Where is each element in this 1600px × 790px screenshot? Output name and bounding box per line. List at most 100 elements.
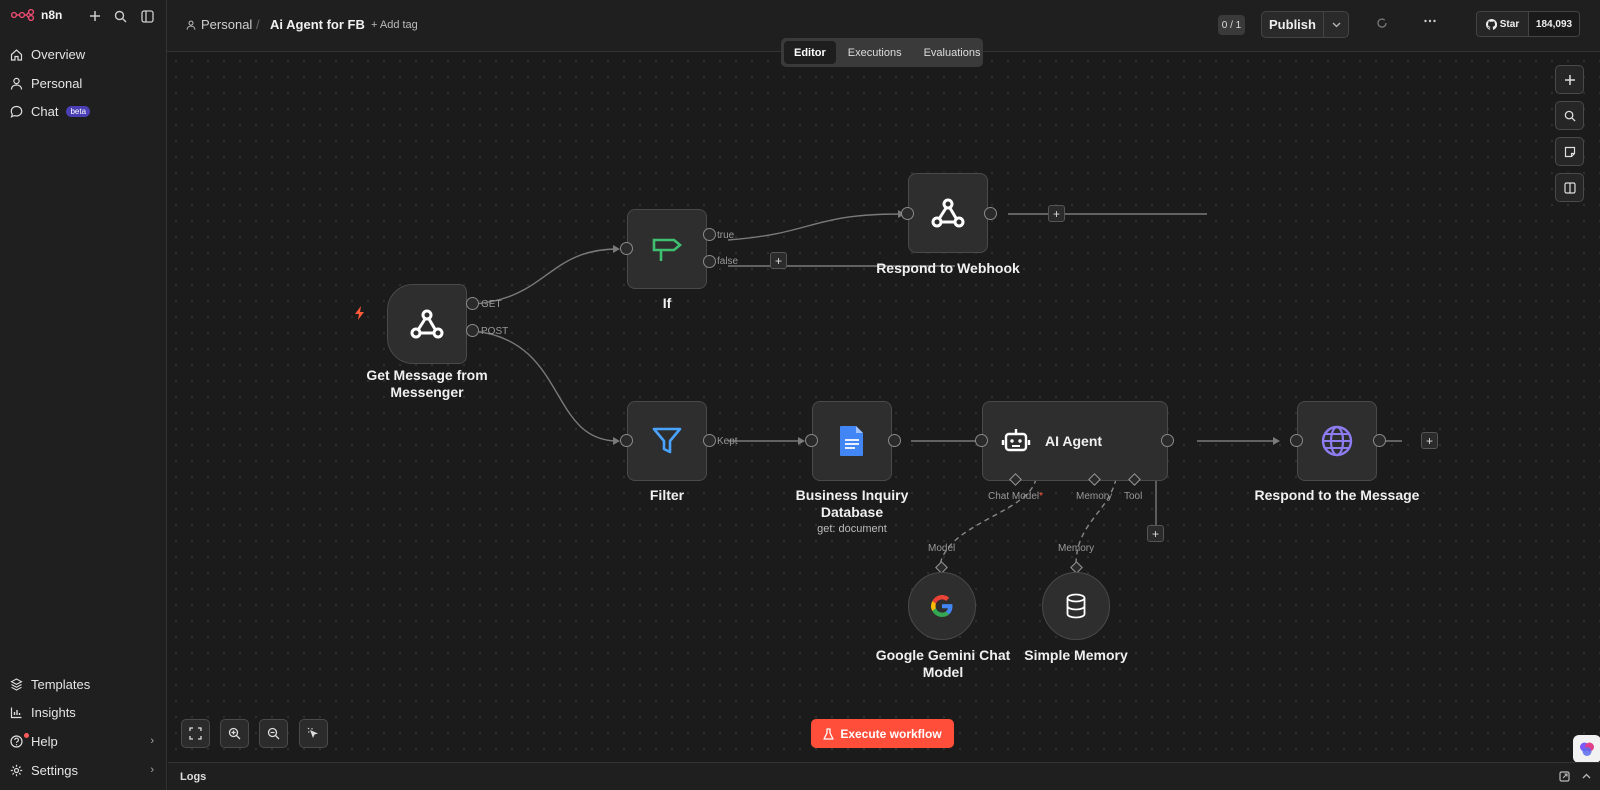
node-get-message[interactable]: [387, 284, 467, 364]
workflow-title[interactable]: Ai Agent for FB: [270, 17, 365, 32]
port-label-memory-sub: Memory: [1058, 543, 1095, 554]
user-icon: [186, 20, 196, 30]
add-tag-button[interactable]: + Add tag: [371, 19, 418, 31]
port-db-input[interactable]: [805, 434, 818, 447]
sidebar-item-label: Insights: [31, 704, 76, 720]
port-post[interactable]: [466, 324, 479, 337]
node-label: If: [662, 295, 672, 311]
node-if[interactable]: [627, 209, 707, 289]
add-node-button[interactable]: +: [1421, 432, 1438, 449]
n8n-logo[interactable]: n8n: [11, 8, 62, 22]
tab-evaluations[interactable]: Evaluations: [914, 41, 991, 64]
add-node-tool[interactable]: [1555, 65, 1584, 94]
node-label: Filter: [649, 487, 685, 503]
logo-text: n8n: [41, 8, 63, 22]
port-true[interactable]: [703, 228, 716, 241]
workflow-canvas[interactable]: GET POST Get Message from Messenger true…: [168, 53, 1600, 763]
sidebar-item-templates[interactable]: Templates: [10, 672, 158, 696]
sidebar-item-personal[interactable]: Personal: [10, 71, 158, 95]
node-ai-agent[interactable]: AI Agent: [982, 401, 1168, 481]
help-icon-wrap: [10, 732, 29, 748]
add-tool-button[interactable]: +: [1147, 525, 1164, 542]
zoom-in-icon: [228, 727, 241, 740]
ai-assistant-button[interactable]: [1573, 735, 1600, 763]
port-if-input[interactable]: [620, 242, 633, 255]
zoom-out-button[interactable]: [259, 719, 288, 748]
node-gemini[interactable]: [908, 572, 976, 640]
breadcrumb[interactable]: Personal: [186, 17, 252, 32]
port-label-tool: Tool: [1124, 491, 1143, 502]
port-db-output[interactable]: [888, 434, 901, 447]
chevron-down-icon[interactable]: [1324, 12, 1348, 37]
port-webhook-input[interactable]: [901, 207, 914, 220]
port-webhook-output[interactable]: [984, 207, 997, 220]
view-tabs: Editor Executions Evaluations: [781, 38, 983, 67]
add-node-button[interactable]: +: [770, 252, 787, 269]
sidebar-item-help[interactable]: Help ›: [10, 729, 158, 753]
port-label-model: Model: [928, 543, 956, 554]
sticky-note-tool[interactable]: [1555, 137, 1584, 166]
github-star-button[interactable]: Star: [1477, 12, 1529, 36]
port-respond-input[interactable]: [1290, 434, 1303, 447]
logs-panel[interactable]: Logs: [168, 762, 1600, 790]
chart-icon: [10, 707, 22, 718]
fit-view-button[interactable]: [181, 719, 210, 748]
sidebar-item-settings[interactable]: Settings ›: [10, 758, 158, 782]
tab-executions[interactable]: Executions: [838, 41, 912, 64]
connection-if-webhook: [727, 213, 904, 241]
sidebar-item-chat[interactable]: Chat beta: [10, 99, 158, 123]
port-label-true: true: [717, 230, 735, 241]
search-nodes-tool[interactable]: [1555, 101, 1584, 130]
more-options-icon[interactable]: [1423, 14, 1437, 31]
search-icon[interactable]: [111, 7, 129, 25]
port-false[interactable]: [703, 255, 716, 268]
node-filter[interactable]: [627, 401, 707, 481]
sidebar-item-label: Personal: [31, 75, 83, 91]
robot-icon: [1001, 429, 1031, 452]
port-respond-output[interactable]: [1373, 434, 1386, 447]
publish-button-group: Publish: [1261, 11, 1349, 38]
node-respond-webhook[interactable]: [908, 173, 988, 253]
google-icon: [931, 595, 953, 617]
panel-toggle-tool[interactable]: [1555, 173, 1584, 202]
node-label: Business Inquiry Database: [795, 487, 909, 520]
node-simple-memory[interactable]: [1042, 572, 1110, 640]
node-label: Respond to the Message: [1254, 487, 1420, 503]
sidebar-item-overview[interactable]: Overview: [10, 42, 158, 66]
github-star-count: 184,093: [1529, 12, 1579, 36]
gear-icon: [10, 764, 23, 776]
add-node-button[interactable]: +: [1048, 205, 1065, 222]
tidy-up-button[interactable]: [299, 719, 328, 748]
node-business-db[interactable]: [812, 401, 892, 481]
chevron-right-icon: ›: [150, 764, 154, 776]
sidebar-item-insights[interactable]: Insights: [10, 700, 158, 724]
refresh-icon[interactable]: [1376, 16, 1388, 32]
breadcrumb-separator: /: [256, 17, 260, 32]
globe-icon: [1321, 425, 1353, 457]
port-label-memory: Memory: [1076, 491, 1113, 502]
execute-workflow-button[interactable]: Execute workflow: [811, 719, 954, 748]
port-filter-input[interactable]: [620, 434, 633, 447]
fit-view-icon: [189, 727, 202, 740]
plus-icon[interactable]: [86, 7, 104, 25]
node-respond-message[interactable]: [1297, 401, 1377, 481]
zoom-in-button[interactable]: [220, 719, 249, 748]
sidebar-toggle-icon[interactable]: [138, 7, 156, 25]
port-label-kept: Kept: [717, 436, 738, 447]
port-kept[interactable]: [703, 434, 716, 447]
port-label-false: false: [717, 256, 739, 267]
chevron-up-icon[interactable]: [1581, 771, 1592, 782]
port-agent-output[interactable]: [1161, 434, 1174, 447]
publish-button[interactable]: Publish: [1262, 12, 1324, 37]
cursor-sparkle-icon: [307, 727, 318, 738]
search-icon: [1564, 110, 1576, 122]
github-star-widget[interactable]: Star 184,093: [1476, 11, 1580, 37]
port-agent-input[interactable]: [975, 434, 988, 447]
popout-icon[interactable]: [1559, 771, 1570, 782]
workflow-counter: 0 / 1: [1218, 15, 1245, 35]
port-label-get: GET: [481, 299, 502, 310]
port-get[interactable]: [466, 297, 479, 310]
tab-editor[interactable]: Editor: [784, 41, 836, 64]
github-icon: [1485, 18, 1497, 30]
app-root: n8n Overview Personal Chat beta Template…: [0, 0, 1600, 790]
